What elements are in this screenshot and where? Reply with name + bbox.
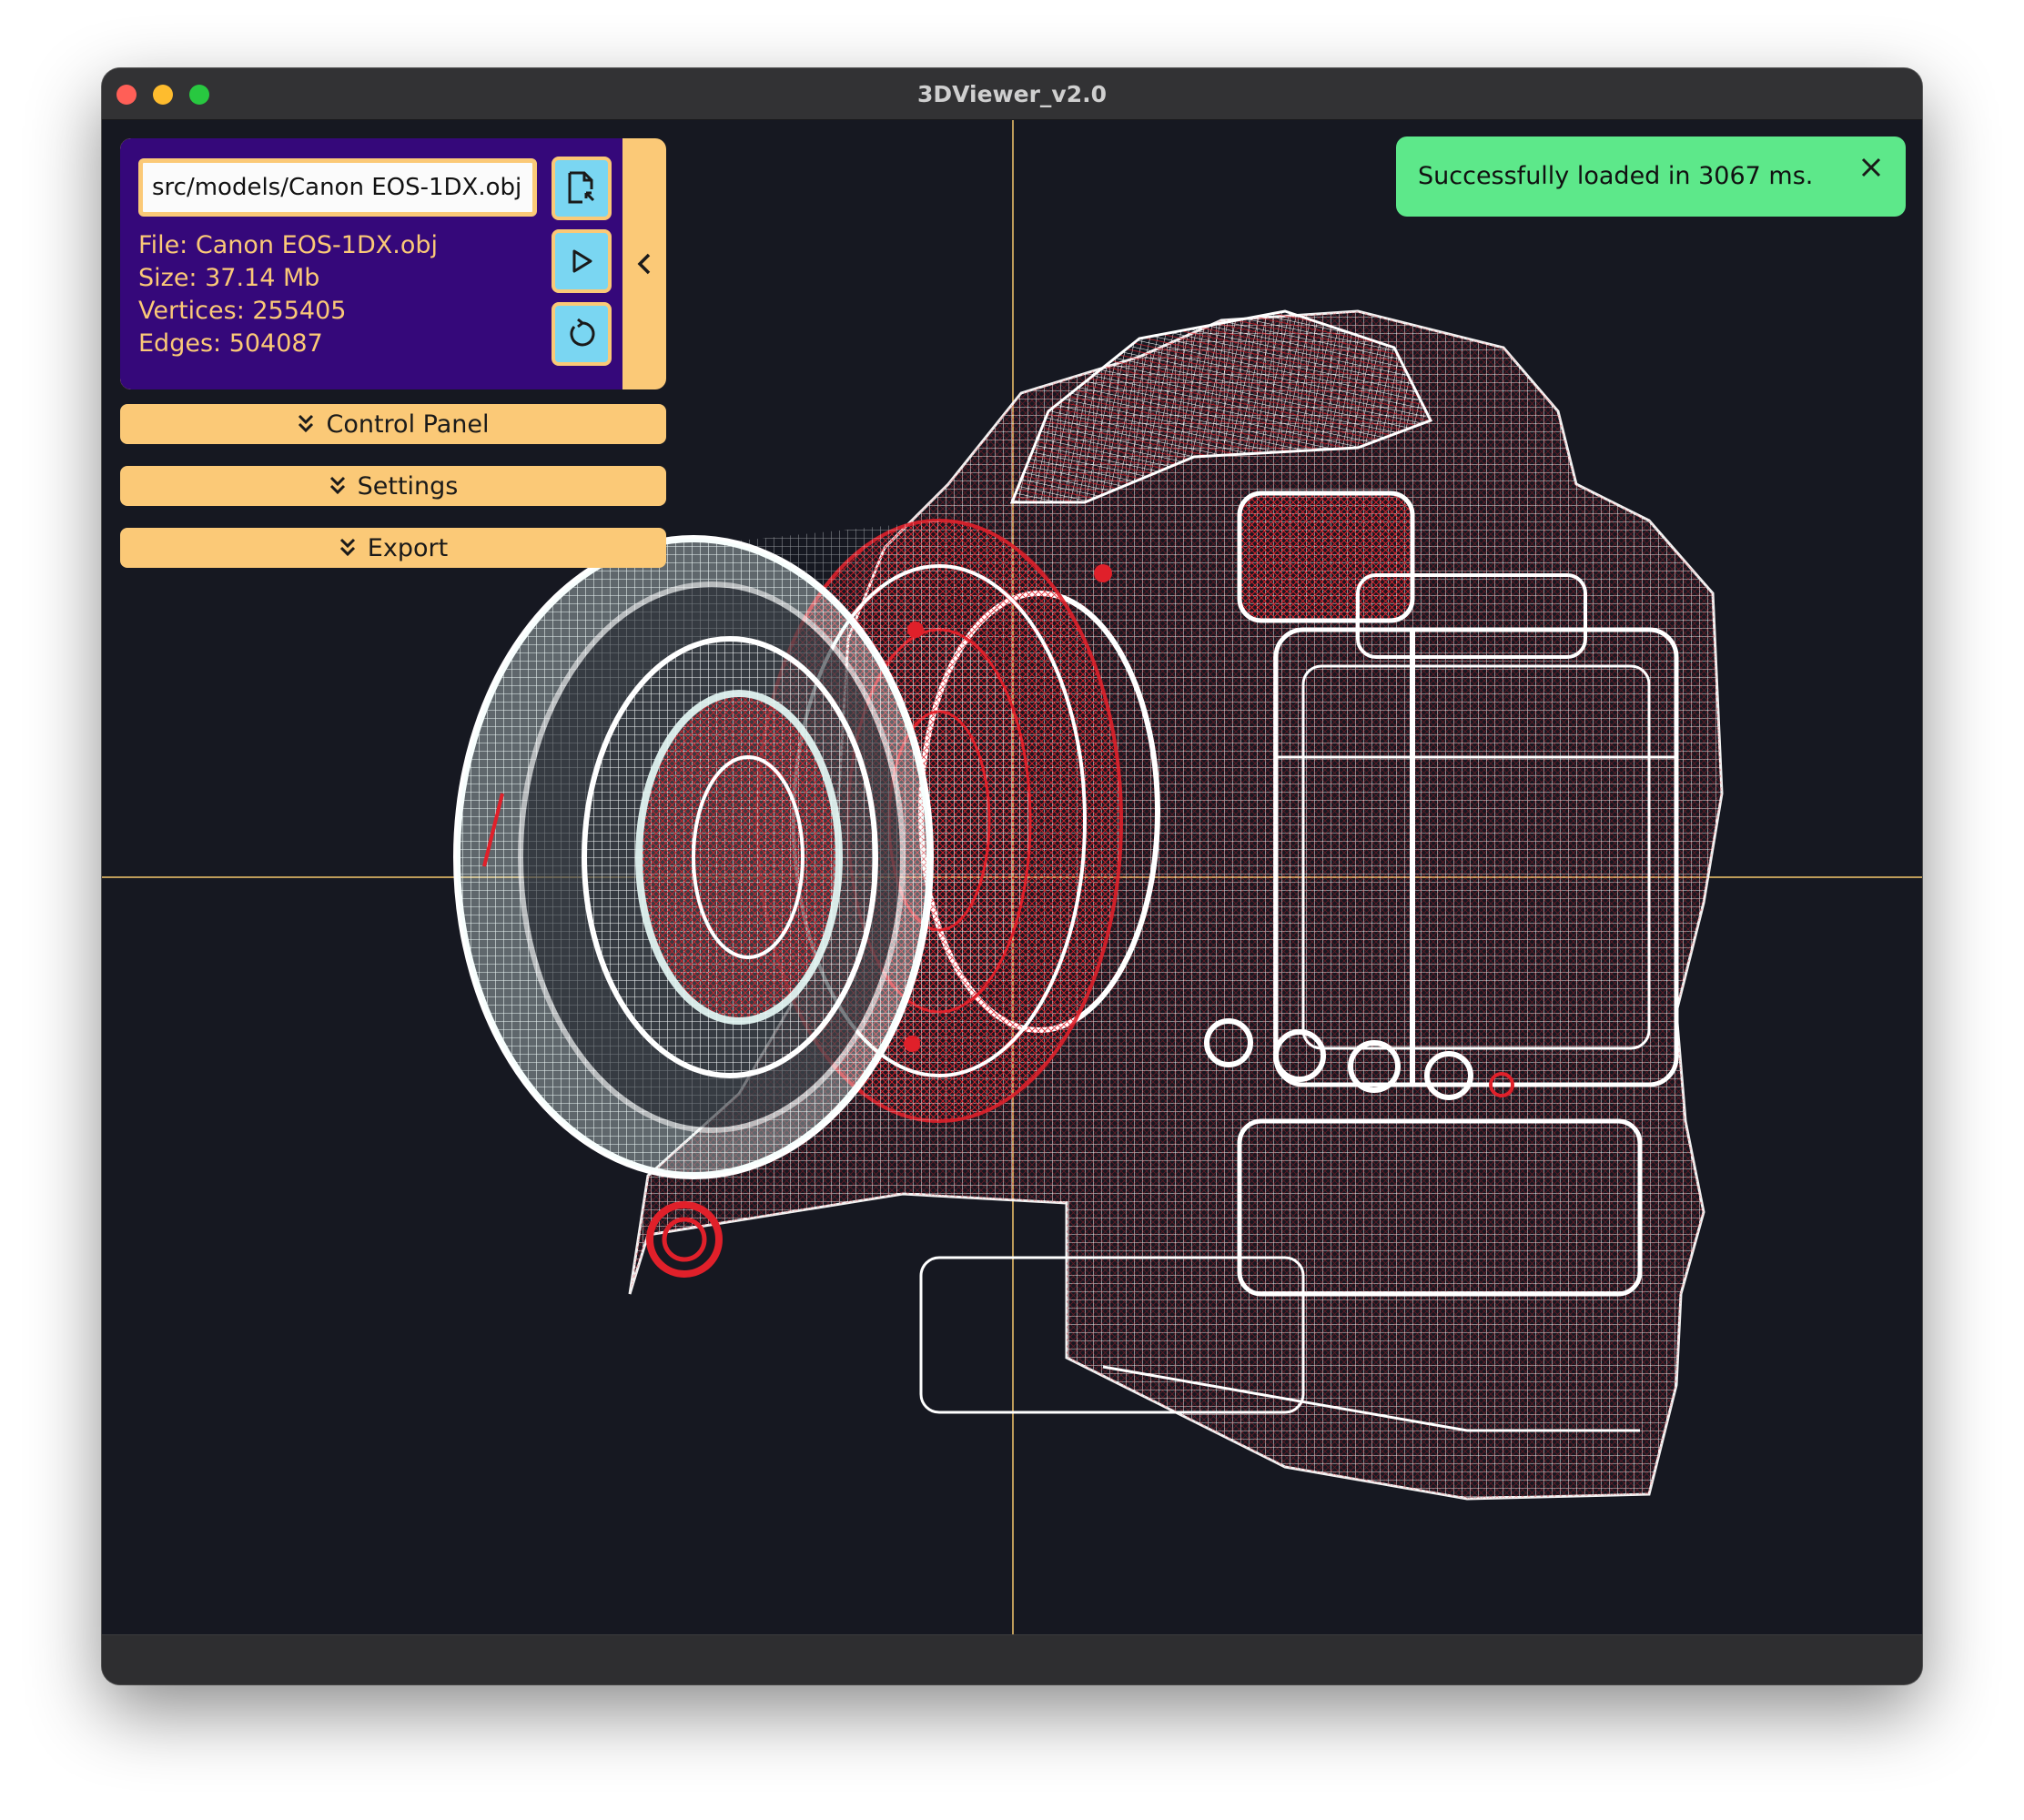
success-toast: Successfully loaded in 3067 ms. (1396, 136, 1906, 217)
reset-icon (570, 318, 595, 347)
3d-viewport[interactable]: File: Canon EOS-1DX.obj Size: 37.14 Mb V… (102, 120, 1922, 1635)
double-chevron-down-icon (339, 538, 355, 557)
double-chevron-down-icon (299, 414, 314, 433)
status-bar (102, 1634, 1922, 1684)
vertices-count-text: Vertices: 255405 (138, 297, 347, 325)
title-bar: 3DViewer_v2.0 (102, 68, 1922, 120)
window-title: 3DViewer_v2.0 (916, 81, 1108, 107)
render-button[interactable] (552, 229, 612, 293)
open-file-button[interactable] (552, 157, 612, 220)
collapse-panel-button[interactable] (622, 138, 666, 389)
settings-label: Settings (357, 471, 459, 500)
settings-toggle[interactable]: Settings (120, 466, 666, 506)
toast-message: Successfully loaded in 3067 ms. (1418, 162, 1814, 190)
close-icon (1861, 157, 1881, 177)
double-chevron-down-icon (329, 476, 345, 495)
control-panel-label: Control Panel (326, 410, 490, 439)
export-toggle[interactable]: Export (120, 528, 666, 568)
file-size-text: Size: 37.14 Mb (138, 264, 320, 292)
edges-count-text: Edges: 504087 (138, 329, 323, 358)
reset-view-button[interactable] (552, 302, 612, 366)
open-file-icon (568, 171, 595, 204)
control-panel-toggle[interactable]: Control Panel (120, 404, 666, 444)
chevron-left-icon (637, 253, 651, 275)
toast-close-button[interactable] (1857, 153, 1886, 182)
export-label: Export (367, 533, 449, 562)
play-icon (572, 249, 592, 273)
file-name-text: File: Canon EOS-1DX.obj (138, 231, 438, 259)
file-path-input[interactable] (138, 158, 537, 217)
file-info-area: File: Canon EOS-1DX.obj Size: 37.14 Mb V… (120, 138, 622, 389)
app-window: 3DViewer_v2.0 src/models/Canon EOS-1DX.o… (102, 68, 1922, 1684)
file-panel: File: Canon EOS-1DX.obj Size: 37.14 Mb V… (120, 138, 666, 389)
